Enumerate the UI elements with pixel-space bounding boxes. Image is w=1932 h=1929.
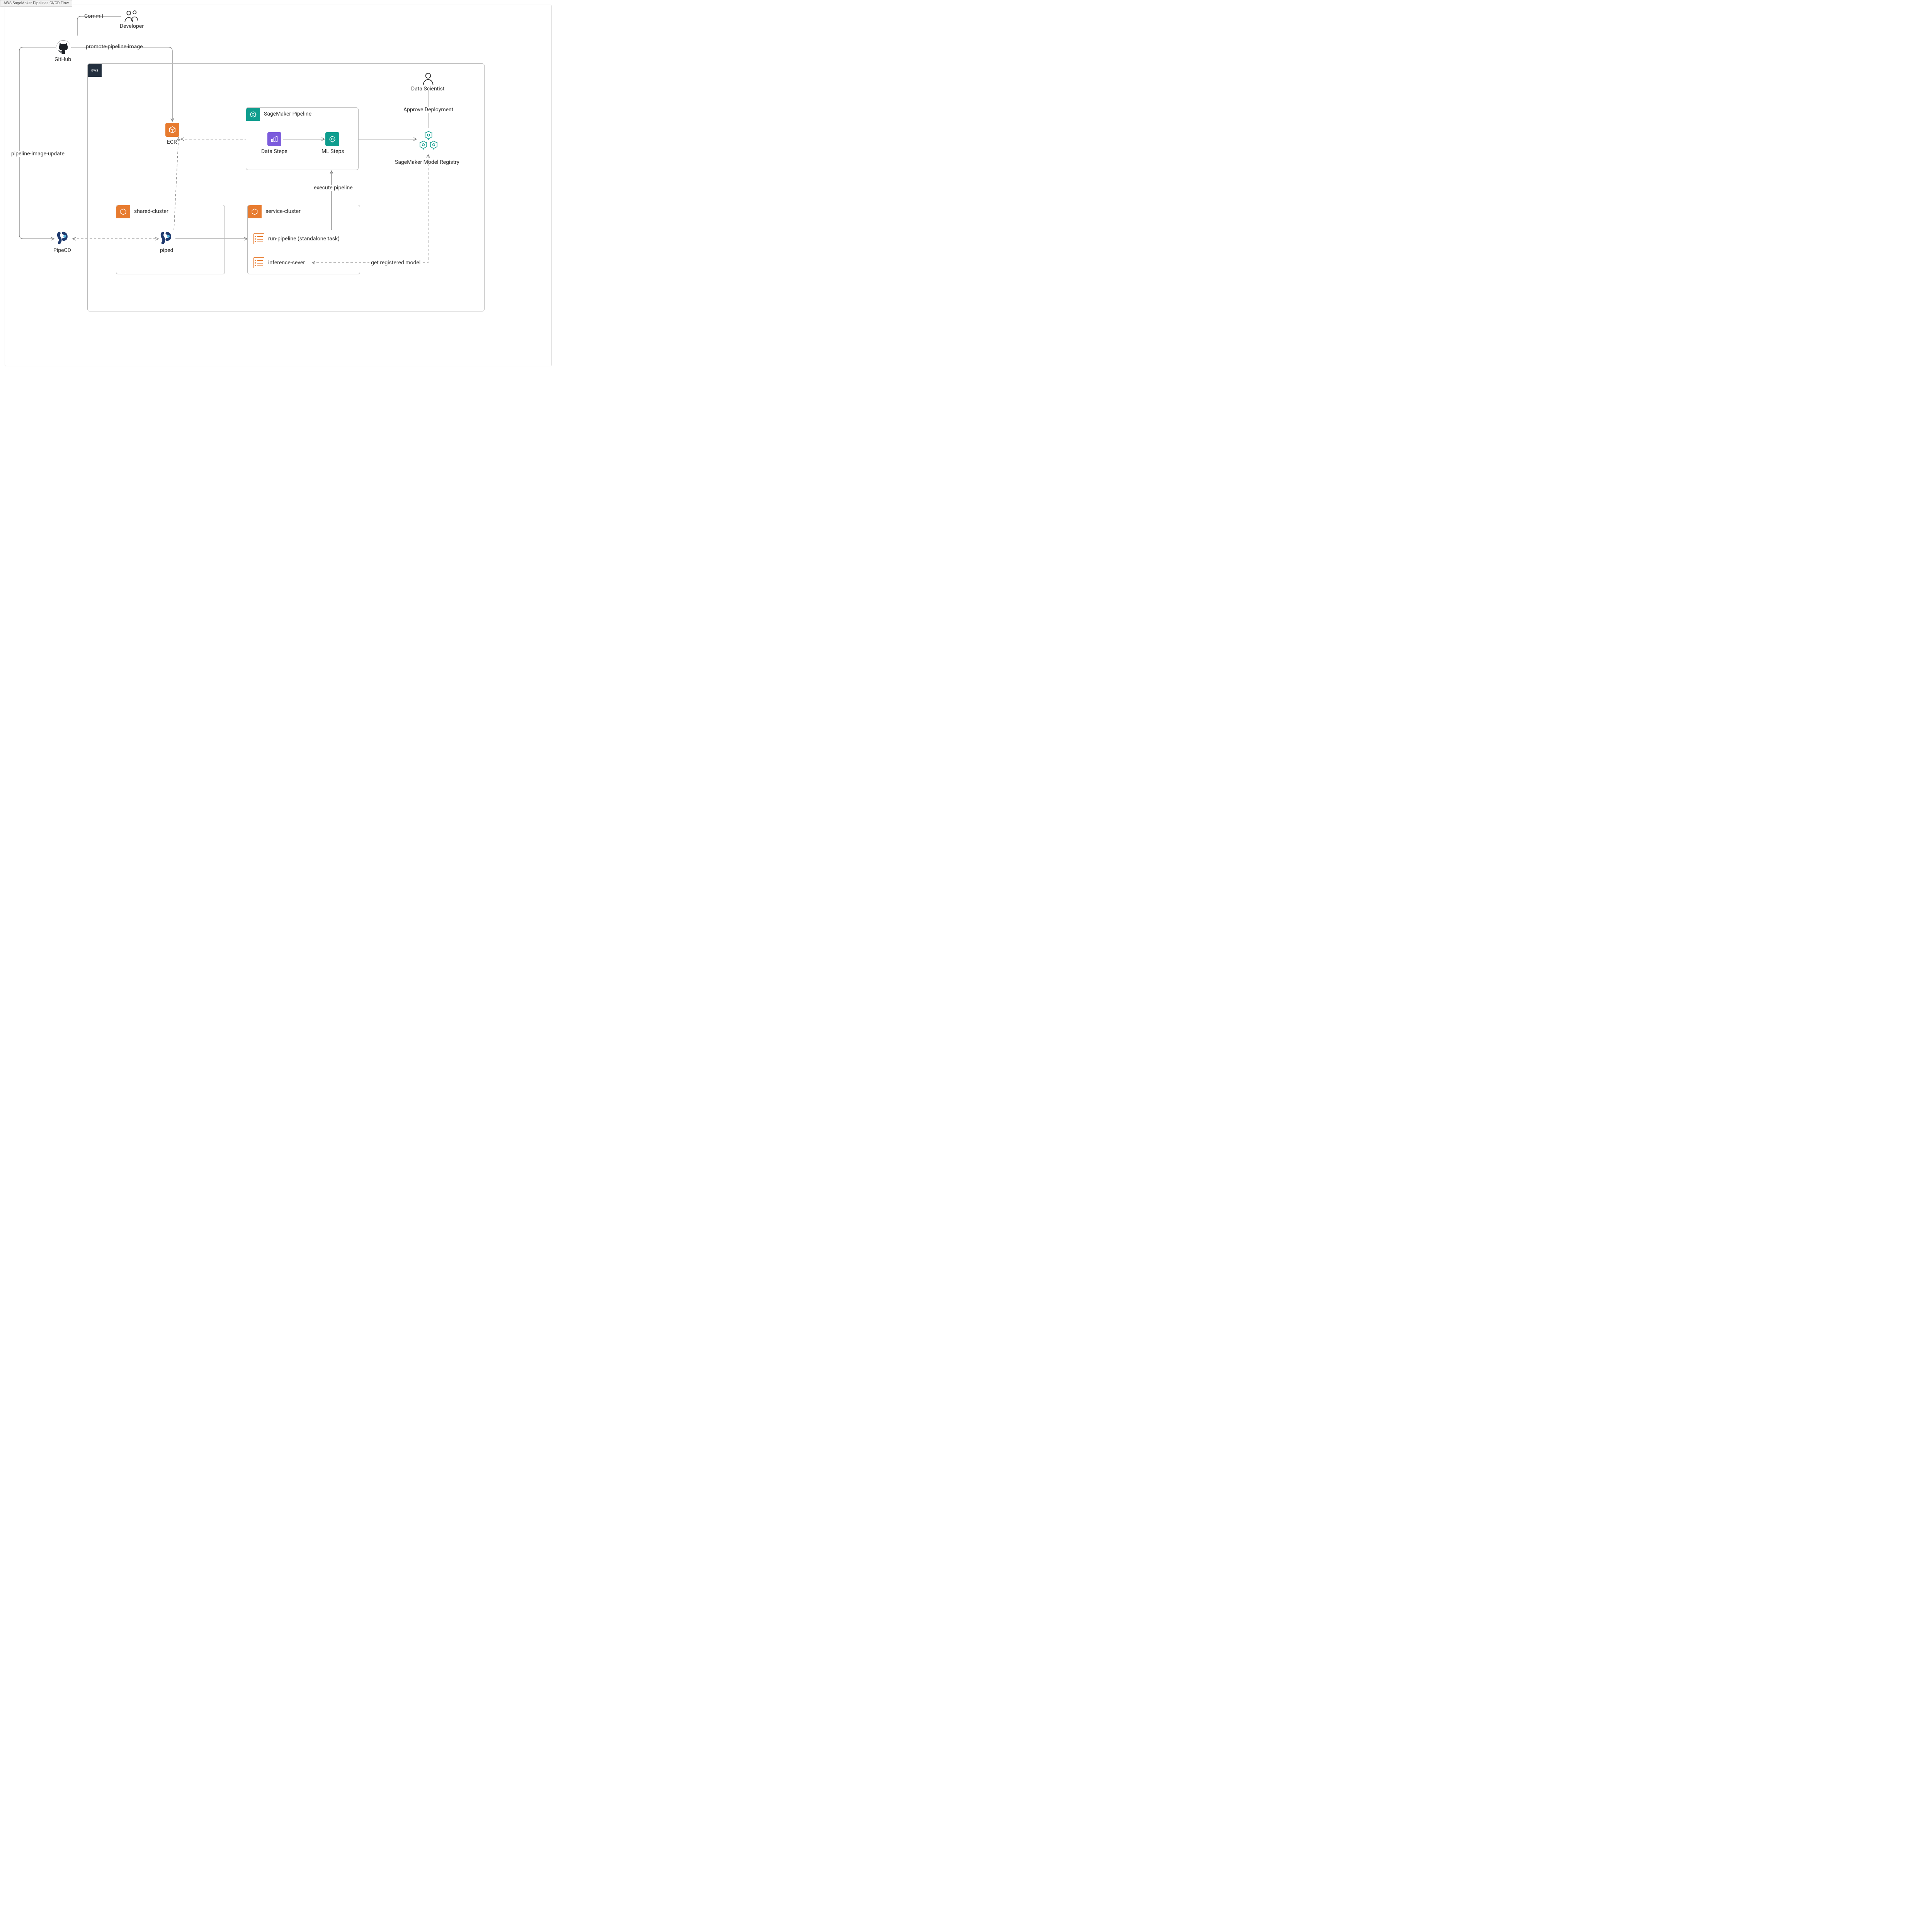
aws-logo-text: aws <box>91 68 98 73</box>
sagemaker-icon <box>246 108 260 121</box>
ecs-cluster-icon <box>248 205 262 218</box>
user-icon <box>421 72 437 86</box>
edge-get-model-label: get registered model <box>369 260 422 266</box>
ecr-icon <box>165 123 179 137</box>
service-cluster-title: service-cluster <box>265 208 301 214</box>
piped-label: piped <box>160 247 173 253</box>
model-registry-label: SageMaker Model Registry <box>395 159 459 165</box>
edge-approve-label: Approve Deployment <box>402 107 455 113</box>
github-icon <box>56 40 70 54</box>
inference-server-label: inference-sever <box>268 260 305 266</box>
ecs-cluster-icon <box>116 205 130 218</box>
ml-steps-icon <box>325 132 339 146</box>
aws-logo-icon: aws <box>88 64 102 77</box>
github-label: GitHub <box>54 56 71 63</box>
run-pipeline-label: run-pipeline (standalone task) <box>268 236 340 242</box>
users-icon <box>124 9 139 23</box>
ecr-label: ECR <box>167 139 177 145</box>
ecs-task-icon <box>253 257 264 268</box>
data-steps-label: Data Steps <box>261 148 287 155</box>
piped-icon <box>160 231 174 245</box>
edge-execute-pipeline-label: execute pipeline <box>312 185 354 191</box>
data-scientist-label: Data Scientist <box>411 86 444 92</box>
edge-pipeline-image-update-label: pipeline-image-update <box>10 151 66 157</box>
ml-steps-label: ML Steps <box>321 148 344 155</box>
shared-cluster-title: shared-cluster <box>134 208 168 214</box>
pipecd-icon <box>56 231 70 245</box>
sagemaker-pipeline-group: SageMaker Pipeline <box>246 107 359 170</box>
sagemaker-pipeline-title: SageMaker Pipeline <box>264 111 311 117</box>
edge-commit-label: Commit <box>84 13 104 19</box>
diagram-canvas: AWS SageMaker Pipelines CI/CD Flow piped… <box>0 0 556 371</box>
edge-promote-label: promote-pipeline-image <box>86 44 143 50</box>
model-registry-icon <box>417 130 440 152</box>
ecs-task-icon <box>253 233 264 244</box>
data-steps-icon <box>267 132 281 146</box>
developer-label: Developer <box>120 23 144 29</box>
pipecd-label: PipeCD <box>53 247 71 253</box>
